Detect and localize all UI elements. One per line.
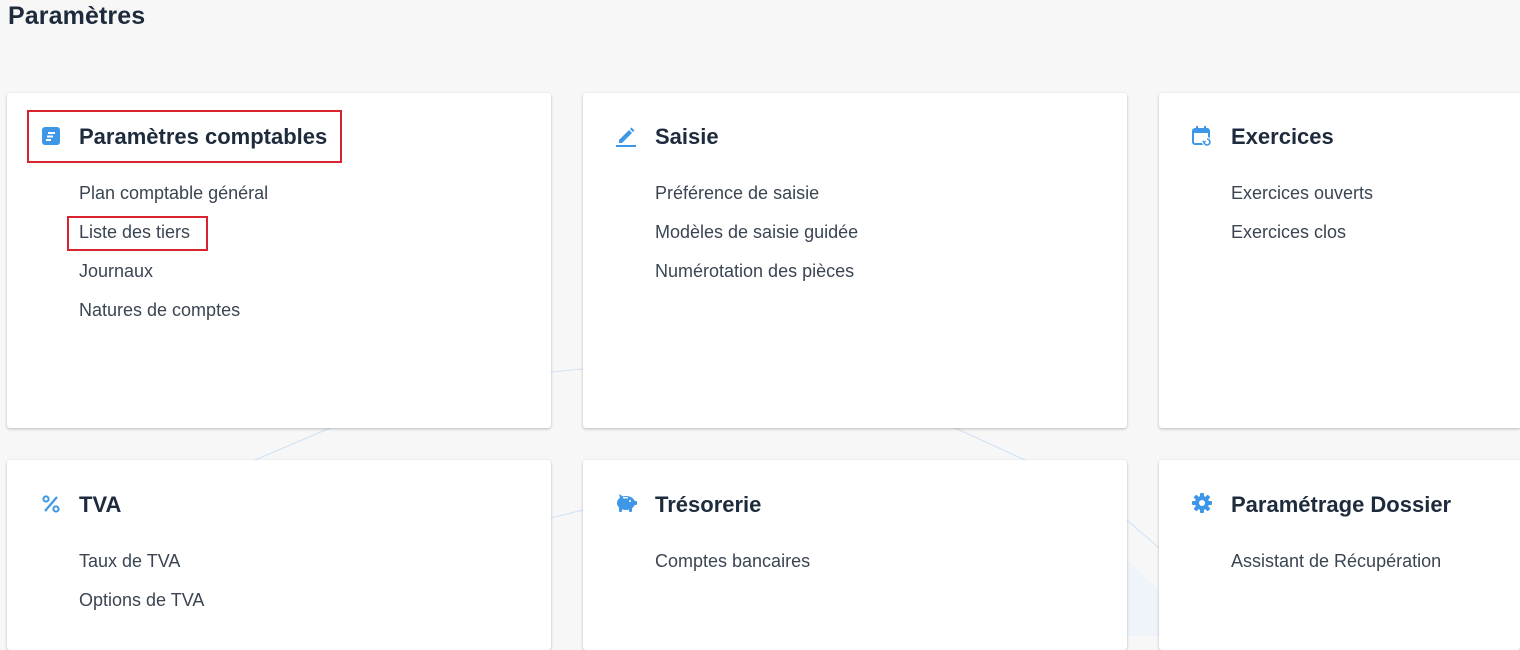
card-links: Assistant de Récupération — [1231, 550, 1441, 589]
card-title[interactable]: Paramétrage Dossier — [1231, 492, 1451, 518]
card-title[interactable]: Saisie — [655, 124, 719, 150]
page-title: Paramètres — [8, 2, 146, 30]
piggy-bank-icon — [615, 492, 637, 514]
pencil-icon — [615, 125, 637, 147]
card-links: Préférence de saisie Modèles de saisie g… — [655, 182, 858, 299]
percent-icon — [40, 493, 62, 515]
card-parametrage-dossier: Paramétrage Dossier Assistant de Récupér… — [1159, 460, 1520, 650]
card-links: Plan comptable général Liste des tiers J… — [79, 182, 268, 338]
link-exercices-ouverts[interactable]: Exercices ouverts — [1231, 182, 1373, 221]
link-natures-de-comptes[interactable]: Natures de comptes — [79, 299, 268, 338]
link-preference-de-saisie[interactable]: Préférence de saisie — [655, 182, 858, 221]
gear-icon — [1191, 492, 1213, 514]
link-modeles-de-saisie-guidee[interactable]: Modèles de saisie guidée — [655, 221, 858, 260]
card-tresorerie: Trésorerie Comptes bancaires — [583, 460, 1127, 650]
card-tva: TVA Taux de TVA Options de TVA — [7, 460, 551, 650]
link-options-de-tva[interactable]: Options de TVA — [79, 589, 204, 628]
link-journaux[interactable]: Journaux — [79, 260, 268, 299]
link-numerotation-des-pieces[interactable]: Numérotation des pièces — [655, 260, 858, 299]
calendar-refresh-icon — [1191, 125, 1213, 147]
card-title[interactable]: TVA — [79, 492, 121, 518]
link-comptes-bancaires[interactable]: Comptes bancaires — [655, 550, 810, 589]
highlight-parametres-comptables — [27, 110, 342, 163]
card-saisie: Saisie Préférence de saisie Modèles de s… — [583, 93, 1127, 428]
card-links: Exercices ouverts Exercices clos — [1231, 182, 1373, 260]
link-exercices-clos[interactable]: Exercices clos — [1231, 221, 1373, 260]
card-exercices: Exercices Exercices ouverts Exercices cl… — [1159, 93, 1520, 428]
link-taux-de-tva[interactable]: Taux de TVA — [79, 550, 204, 589]
card-title[interactable]: Trésorerie — [655, 492, 761, 518]
card-links: Comptes bancaires — [655, 550, 810, 589]
highlight-liste-des-tiers — [67, 216, 208, 251]
link-assistant-de-recuperation[interactable]: Assistant de Récupération — [1231, 550, 1441, 589]
card-links: Taux de TVA Options de TVA — [79, 550, 204, 628]
card-title[interactable]: Exercices — [1231, 124, 1334, 150]
